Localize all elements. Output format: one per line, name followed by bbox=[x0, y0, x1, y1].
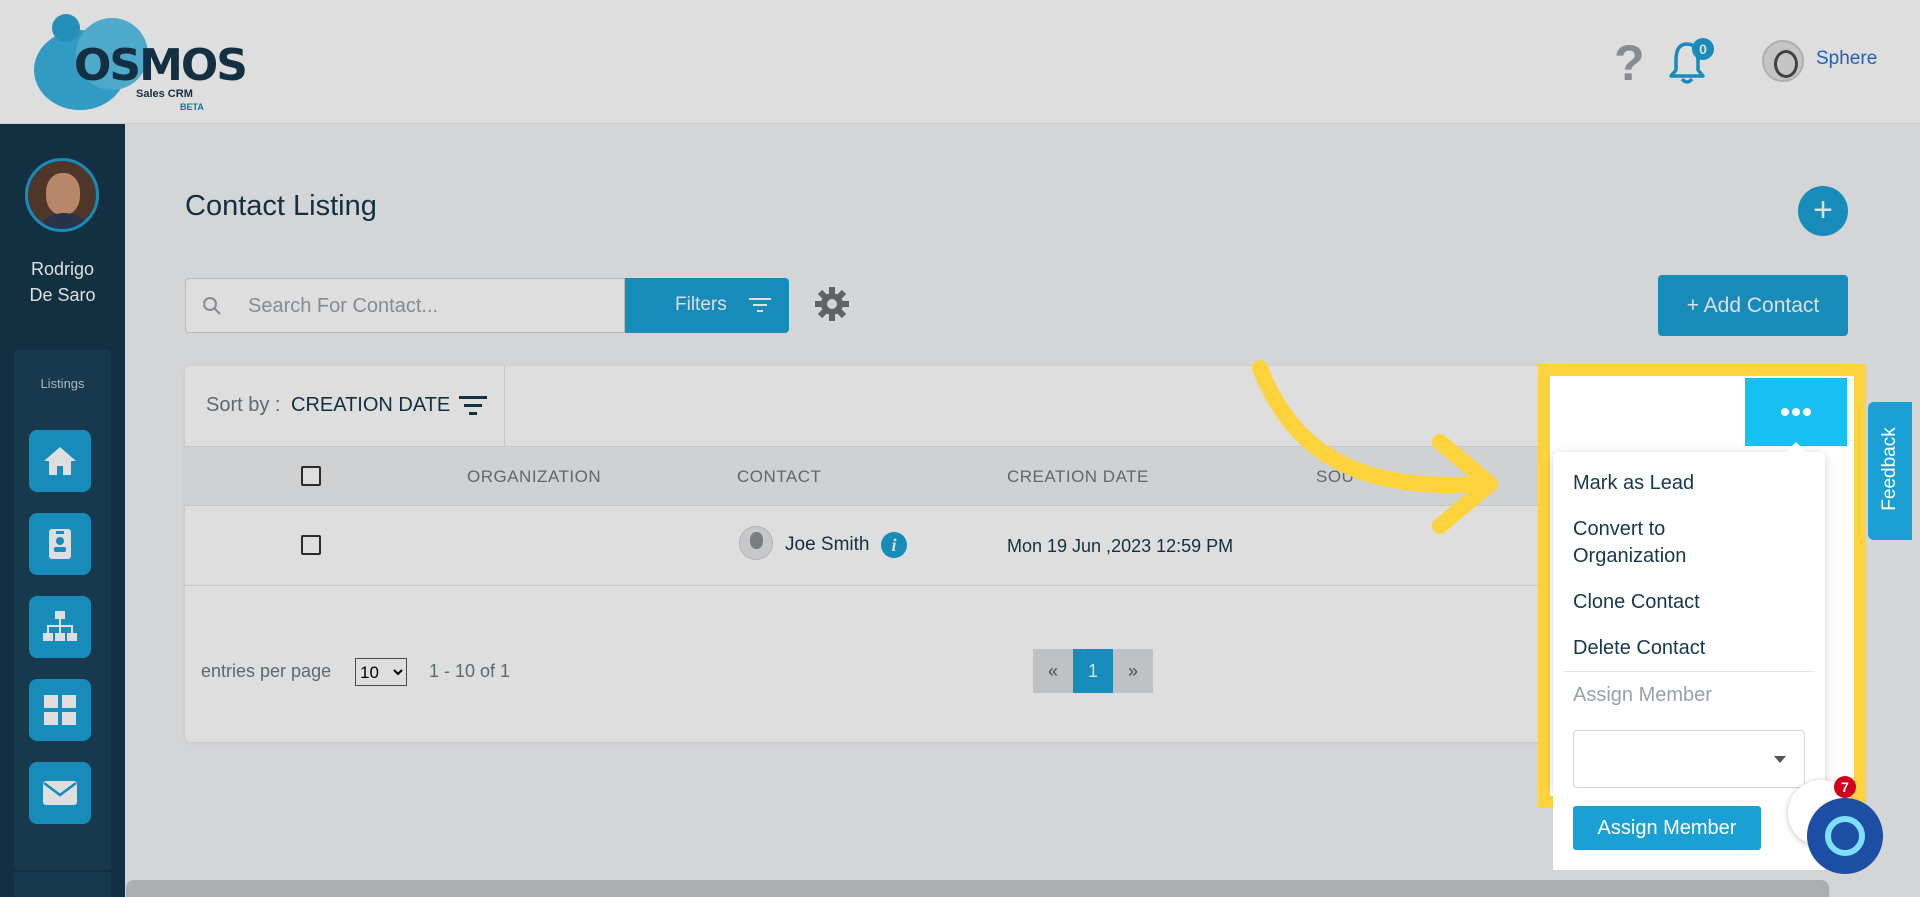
menu-item-clone-contact[interactable]: Clone Contact bbox=[1573, 589, 1700, 616]
feedback-tab[interactable]: Feedback bbox=[1868, 402, 1912, 540]
osmos-assistant-button[interactable] bbox=[1807, 798, 1883, 874]
assign-member-label: Assign Member bbox=[1573, 684, 1712, 706]
assign-member-select[interactable] bbox=[1573, 730, 1805, 788]
chat-unread-badge: 7 bbox=[1834, 776, 1856, 798]
callout-arrow-icon bbox=[1252, 360, 1498, 534]
more-actions-button[interactable] bbox=[1745, 378, 1847, 446]
menu-item-mark-as-lead[interactable]: Mark as Lead bbox=[1573, 470, 1694, 497]
assign-member-button[interactable]: Assign Member bbox=[1573, 806, 1761, 850]
menu-item-convert-to-organization[interactable]: Convert to Organization bbox=[1573, 516, 1773, 570]
actions-menu: Mark as Lead Convert to Organization Clo… bbox=[1553, 442, 1825, 792]
menu-item-delete-contact[interactable]: Delete Contact bbox=[1573, 635, 1705, 662]
menu-divider bbox=[1563, 671, 1815, 672]
ellipsis-icon bbox=[1781, 408, 1789, 416]
